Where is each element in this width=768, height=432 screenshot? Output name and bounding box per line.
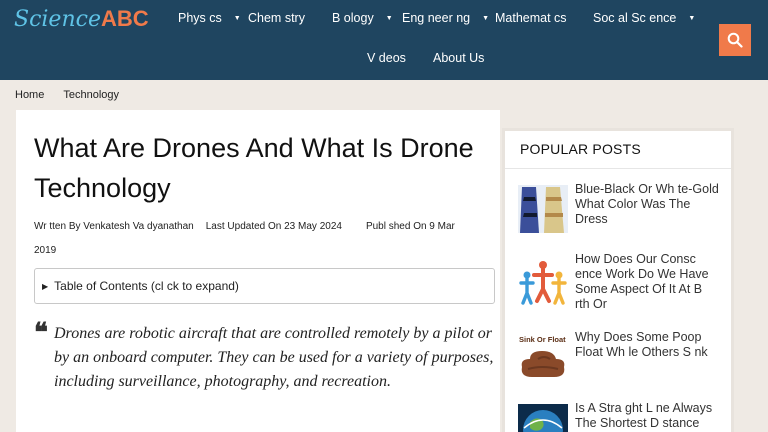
- popular-post-item[interactable]: How Does Our Consc ence Work Do We Have …: [518, 252, 723, 312]
- breadcrumb-technology[interactable]: Technology: [63, 89, 119, 101]
- nav-engineering-label: Eng neer ng: [402, 11, 471, 25]
- nav-chemistry-label: Chem stry: [248, 11, 305, 25]
- author-byline[interactable]: Wr tten By Venkatesh Va dyanathan: [34, 221, 194, 232]
- last-updated-date: Last Updated On 23 May 2024: [205, 221, 342, 232]
- page-title: What Are Drones And What Is Drone Techno…: [34, 133, 474, 203]
- nav-mathematics-label: Mathemat cs: [495, 11, 567, 25]
- nav-engineering[interactable]: Eng neer ng ▼: [402, 11, 489, 25]
- article-meta-continued: 2019: [34, 245, 494, 256]
- nav-physics[interactable]: Phys cs ▼: [178, 11, 241, 25]
- post-title[interactable]: Blue-Black Or Wh te-Gold What Color Was …: [575, 182, 720, 227]
- search-icon: [727, 32, 743, 48]
- nav-biology-label: B ology: [332, 11, 374, 25]
- nav-videos-label: V deos: [367, 51, 406, 65]
- nav-social-science[interactable]: Soc al Sc ence ▼: [593, 11, 695, 25]
- breadcrumb-home[interactable]: Home: [15, 89, 44, 101]
- post-title[interactable]: Is A Stra ght L ne Always The Shortest D…: [575, 401, 720, 432]
- nav-videos[interactable]: V deos: [367, 51, 406, 65]
- nav-biology[interactable]: B ology ▼: [332, 11, 393, 25]
- triangle-right-icon: ▶: [42, 281, 49, 291]
- chevron-down-icon: ▼: [385, 14, 393, 22]
- site-header: ScienceABC Phys cs ▼ Chem stry B ology ▼ E…: [0, 0, 768, 80]
- breadcrumb: Home Technology: [15, 89, 138, 101]
- chevron-down-icon: ▼: [688, 14, 696, 22]
- site-logo[interactable]: ScienceABC: [14, 6, 149, 32]
- thumbnail-caption: Sink Or Float: [519, 335, 566, 344]
- popular-post-item[interactable]: Is A Stra ght L ne Always The Shortest D…: [518, 401, 723, 432]
- nav-about-us[interactable]: About Us: [433, 51, 484, 65]
- popular-post-item[interactable]: Blue-Black Or Wh te-Gold What Color Was …: [518, 182, 723, 238]
- nav-social-science-label: Soc al Sc ence: [593, 11, 677, 25]
- nav-chemistry[interactable]: Chem stry: [248, 11, 305, 25]
- globe-thumbnail[interactable]: [518, 404, 568, 432]
- chevron-down-icon: ▼: [482, 14, 490, 22]
- nav-about-us-label: About Us: [433, 51, 485, 65]
- logo-science-text: Science: [14, 7, 101, 32]
- people-thumbnail[interactable]: [518, 259, 568, 307]
- search-button[interactable]: [719, 24, 751, 56]
- toc-label: Table of Contents (cl ck to expand): [54, 279, 239, 293]
- article-summary-quote: Drones are robotic aircraft that are con…: [54, 325, 494, 390]
- poop-thumbnail[interactable]: Sink Or Float: [518, 333, 568, 381]
- article-meta: Wr tten By Venkatesh Va dyanathan Last Up…: [34, 221, 494, 232]
- article-card: What Are Drones And What Is Drone Techno…: [16, 110, 500, 432]
- quote-icon: ❝: [34, 318, 48, 348]
- published-date: Publ shed On 9 Mar: [365, 221, 455, 232]
- published-year: 2019: [34, 245, 57, 256]
- popular-posts-sidebar: POPULAR POSTS Blue-Black Or Wh te-Gold W…: [502, 128, 734, 432]
- dress-thumbnail[interactable]: [518, 185, 568, 233]
- divider: [505, 168, 731, 169]
- post-title[interactable]: Why Does Some Poop Float Wh le Others S …: [575, 330, 720, 360]
- popular-post-item[interactable]: Sink Or Float Why Does Some Poop Float W…: [518, 330, 723, 386]
- logo-abc-text: ABC: [100, 6, 149, 31]
- nav-mathematics[interactable]: Mathemat cs: [495, 11, 567, 25]
- table-of-contents-toggle[interactable]: ▶ Table of Contents (cl ck to expand): [34, 268, 495, 304]
- chevron-down-icon: ▼: [233, 14, 241, 22]
- nav-physics-label: Phys cs: [178, 11, 222, 25]
- sidebar-title: POPULAR POSTS: [520, 141, 641, 157]
- post-title[interactable]: How Does Our Consc ence Work Do We Have …: [575, 252, 720, 312]
